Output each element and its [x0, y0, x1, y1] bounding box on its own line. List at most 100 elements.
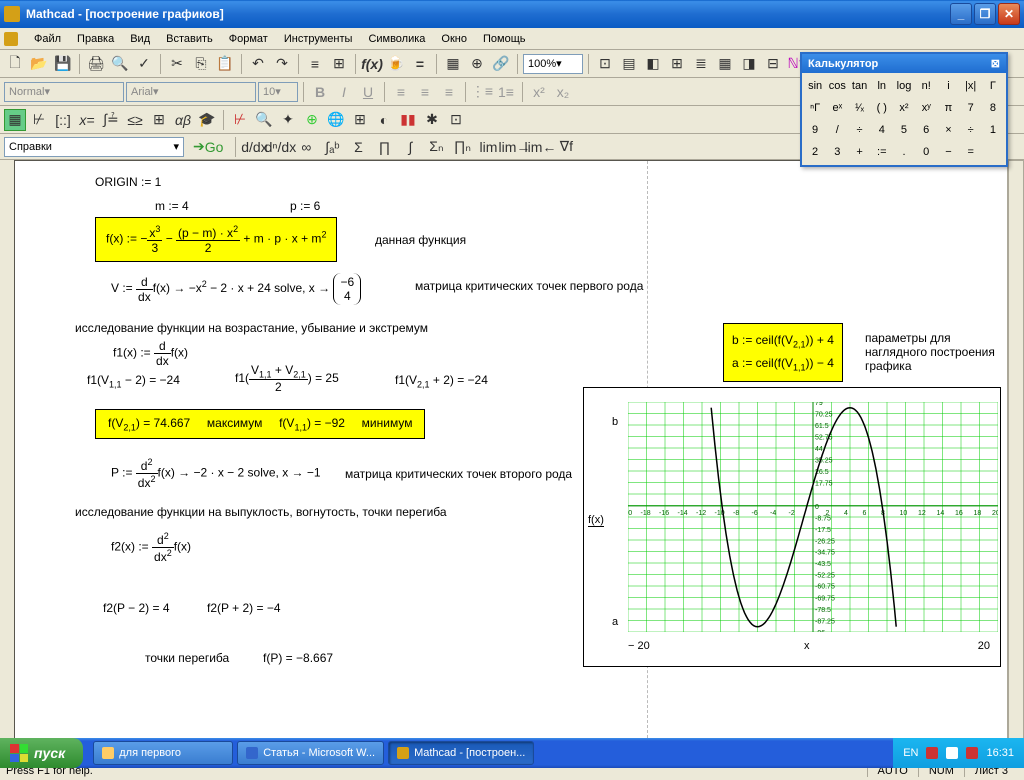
- calc-key-( )[interactable]: ( ): [871, 97, 893, 119]
- prod-m-button[interactable]: ∏: [373, 136, 395, 158]
- menu-window[interactable]: Окно: [433, 31, 475, 47]
- tb-icon4[interactable]: ⊞: [666, 53, 688, 75]
- resource-combo[interactable]: Справки ▾: [4, 137, 184, 157]
- gt-surface-button[interactable]: 🌐: [325, 109, 347, 131]
- limit-button[interactable]: lim: [477, 136, 499, 158]
- graph-palette-button[interactable]: ⊬: [28, 109, 50, 131]
- paste-button[interactable]: 📋: [214, 53, 236, 75]
- f2-eval-plus[interactable]: f2(P + 2) = −4: [207, 601, 281, 615]
- tb-icon8[interactable]: ⊟: [762, 53, 784, 75]
- nderiv-button[interactable]: dⁿ/dx: [269, 136, 291, 158]
- bold-button[interactable]: B: [309, 81, 331, 103]
- v-def[interactable]: V := ddxf(x) → −x2 − 2 · x + 24 solve, x…: [111, 273, 361, 305]
- calc-key-8[interactable]: 8: [982, 97, 1004, 119]
- calc-key-÷[interactable]: ÷: [848, 119, 870, 141]
- menu-file[interactable]: Файл: [26, 31, 69, 47]
- calculator-palette[interactable]: Калькулятор ⊠ sincostanlnlogn!i|x|ΓⁿΓeˣ¹…: [800, 52, 1008, 167]
- align-button[interactable]: ≡: [304, 53, 326, 75]
- tb-icon2[interactable]: ▤: [618, 53, 640, 75]
- gt-polar-button[interactable]: ⊕: [301, 109, 323, 131]
- calc-close-icon[interactable]: ⊠: [991, 57, 1000, 70]
- tb-icon3[interactable]: ◧: [642, 53, 664, 75]
- f1-eval-left[interactable]: f1(V1,1 − 2) = −24: [87, 373, 180, 389]
- gt-zoom-button[interactable]: 🔍: [253, 109, 275, 131]
- calc2-palette-button[interactable]: ∫≟: [100, 109, 122, 131]
- calc-key-Γ[interactable]: Γ: [982, 75, 1004, 97]
- fx-button[interactable]: f(x): [361, 53, 383, 75]
- infinity-button[interactable]: ∞: [295, 136, 317, 158]
- origin-def[interactable]: ORIGIN := 1: [95, 175, 161, 189]
- calc-key-tan[interactable]: tan: [848, 75, 870, 97]
- taskbar-item-word[interactable]: Статья - Microsoft W...: [237, 741, 384, 765]
- copy-button[interactable]: ⎘: [190, 53, 212, 75]
- extremum-box[interactable]: f(V2,1) = 74.667 максимум f(V1,1) = −92 …: [95, 409, 425, 439]
- preview-button[interactable]: 🔍: [109, 53, 131, 75]
- tray-icon-3[interactable]: [966, 747, 978, 759]
- sum-button[interactable]: Σₙ: [425, 136, 447, 158]
- calc-key-eˣ[interactable]: eˣ: [826, 97, 848, 119]
- align-center-button[interactable]: ≡: [414, 81, 436, 103]
- f2-def[interactable]: f2(x) := d2dx2f(x): [111, 531, 191, 564]
- calc-key-5[interactable]: 5: [893, 119, 915, 141]
- calc-key-blank[interactable]: [982, 141, 1004, 163]
- clock[interactable]: 16:31: [986, 747, 1014, 759]
- undo-button[interactable]: ↶: [247, 53, 269, 75]
- calc-key-|x|[interactable]: |x|: [960, 75, 982, 97]
- calc-key-ln[interactable]: ln: [871, 75, 893, 97]
- eval-palette-button[interactable]: x=: [76, 109, 98, 131]
- matrix-palette-button[interactable]: [::]: [52, 109, 74, 131]
- redo-button[interactable]: ↷: [271, 53, 293, 75]
- calc-key-n![interactable]: n!: [915, 75, 937, 97]
- gt-vector-button[interactable]: ✱: [421, 109, 443, 131]
- deriv-button[interactable]: d/dx: [243, 136, 265, 158]
- tb-icon1[interactable]: ⊡: [594, 53, 616, 75]
- calc-key-.[interactable]: .: [893, 141, 915, 163]
- tb-icon7[interactable]: ◨: [738, 53, 760, 75]
- menu-insert[interactable]: Вставить: [158, 31, 221, 47]
- calc-key-/[interactable]: /: [826, 119, 848, 141]
- minimize-button[interactable]: _: [950, 3, 972, 25]
- calc-key-xʸ[interactable]: xʸ: [915, 97, 937, 119]
- calc-key-=[interactable]: =: [960, 141, 982, 163]
- boolean-palette-button[interactable]: ≤≥: [124, 109, 146, 131]
- f1-def[interactable]: f1(x) := ddxf(x): [113, 339, 188, 368]
- open-button[interactable]: 📂: [28, 53, 50, 75]
- calc-key-2[interactable]: 2: [804, 141, 826, 163]
- save-button[interactable]: 💾: [52, 53, 74, 75]
- lang-indicator[interactable]: EN: [903, 747, 918, 759]
- fn-definition[interactable]: f(x) := −x33 − (p − m) · x22 + m · p · x…: [95, 217, 337, 262]
- calc-key-6[interactable]: 6: [915, 119, 937, 141]
- greek-palette-button[interactable]: αβ: [172, 109, 194, 131]
- print-button[interactable]: 🖨: [85, 53, 107, 75]
- system-tray[interactable]: EN 16:31: [893, 738, 1024, 768]
- calc-key-+[interactable]: +: [848, 141, 870, 163]
- go-button[interactable]: ➔ Go: [188, 136, 228, 158]
- units-button[interactable]: 🍺: [385, 53, 407, 75]
- menu-format[interactable]: Формат: [221, 31, 276, 47]
- calc-button[interactable]: =: [409, 53, 431, 75]
- font-combo[interactable]: Arial ▾: [126, 82, 256, 102]
- calc-palette-button[interactable]: ▦: [4, 109, 26, 131]
- new-button[interactable]: 🗋: [4, 53, 26, 75]
- start-button[interactable]: пуск: [0, 738, 83, 768]
- f1-eval-mid[interactable]: f1(V1,1 + V2,12) = 25: [235, 363, 339, 394]
- calc-key-cos[interactable]: cos: [826, 75, 848, 97]
- calc-palette-title[interactable]: Калькулятор ⊠: [802, 54, 1006, 73]
- prod-button[interactable]: ∏ₙ: [451, 136, 473, 158]
- sum-m-button[interactable]: Σ: [347, 136, 369, 158]
- graph-params[interactable]: b := ceil(f(V2,1)) + 4 a := ceil(f(V1,1)…: [723, 323, 843, 382]
- calc-key-9[interactable]: 9: [804, 119, 826, 141]
- calc-key-sin[interactable]: sin: [804, 75, 826, 97]
- limit-left-button[interactable]: lim←: [529, 136, 551, 158]
- gt-bar-button[interactable]: ▮▮: [397, 109, 419, 131]
- align-right-button[interactable]: ≡: [438, 81, 460, 103]
- taskbar-item-mathcad[interactable]: Mathcad - [построен...: [388, 741, 534, 765]
- cut-button[interactable]: ✂: [166, 53, 188, 75]
- align-left-button[interactable]: ≡: [390, 81, 412, 103]
- ref-button[interactable]: ⊕: [466, 53, 488, 75]
- worksheet[interactable]: ORIGIN := 1 m := 4 p := 6 f(x) := −x33 −…: [14, 160, 1008, 744]
- calc-key-ⁿΓ[interactable]: ⁿΓ: [804, 97, 826, 119]
- calc-key-i[interactable]: i: [937, 75, 959, 97]
- taskbar-item-folder[interactable]: для первого: [93, 741, 233, 765]
- v-scrollbar[interactable]: [1008, 160, 1024, 744]
